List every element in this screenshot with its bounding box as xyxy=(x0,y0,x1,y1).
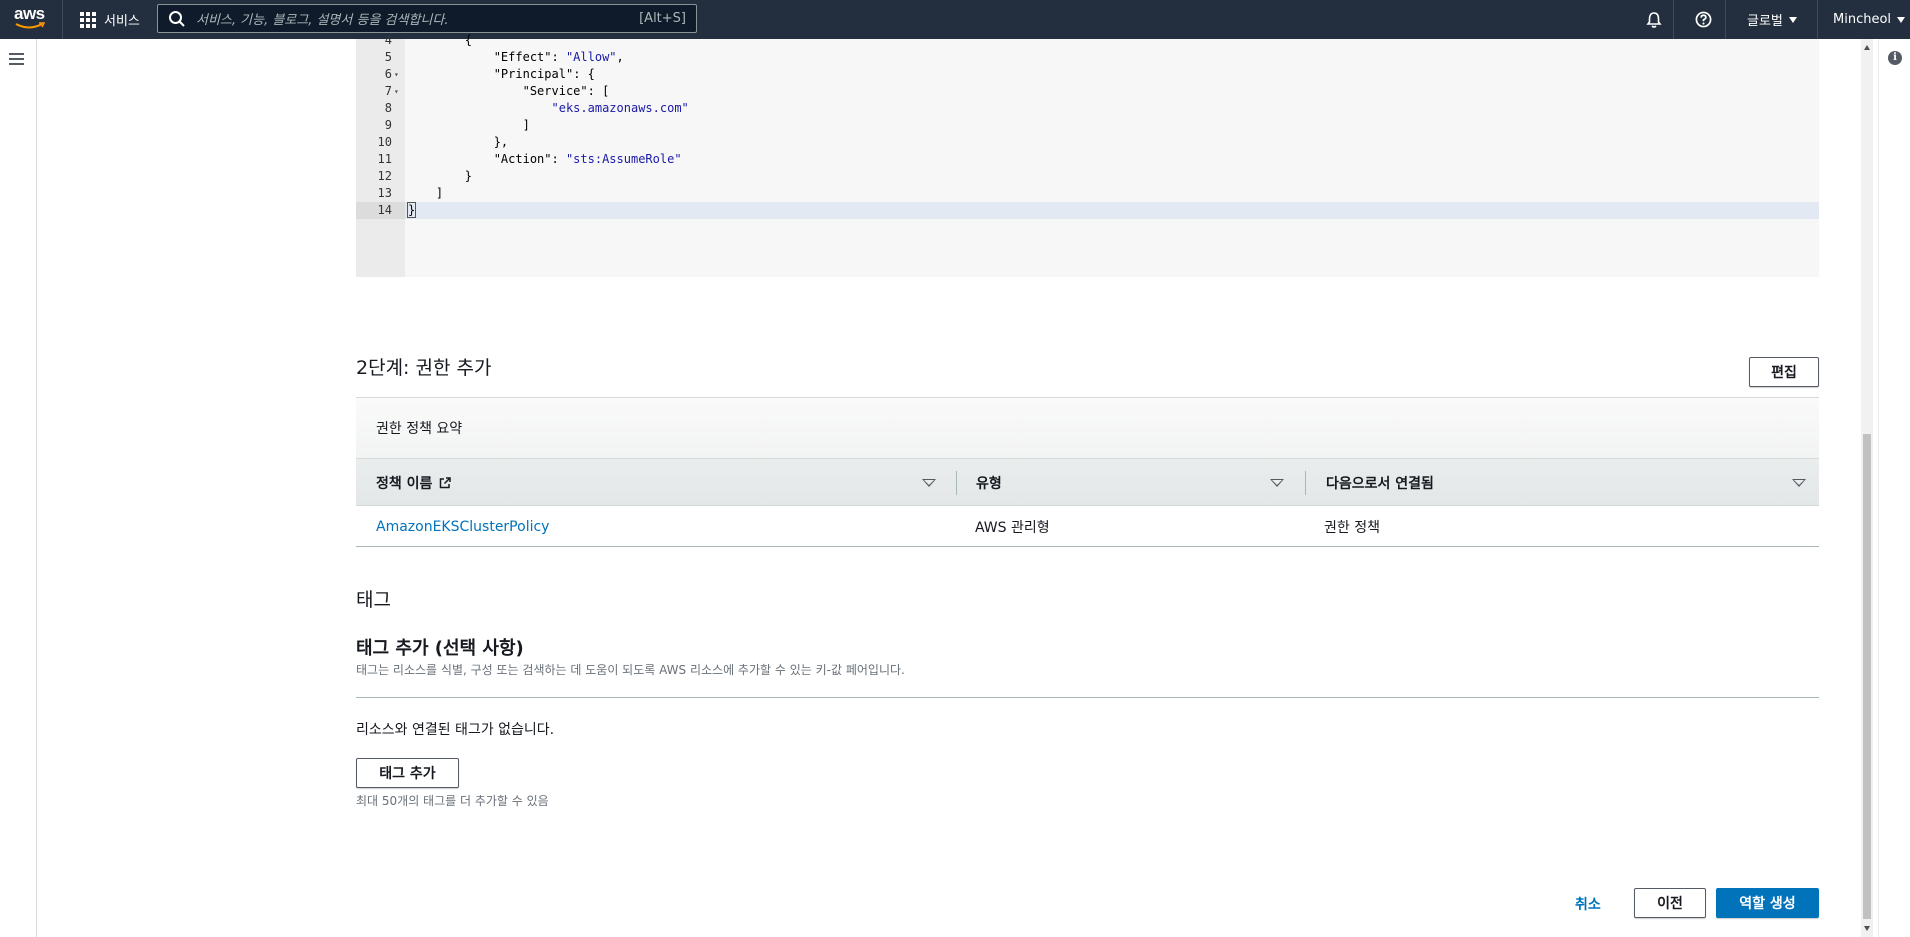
scroll-down-arrow-icon[interactable] xyxy=(1864,926,1870,931)
info-icon[interactable]: i xyxy=(1888,51,1902,65)
line-number: 13 xyxy=(377,186,392,200)
permissions-summary-table: 권한 정책 요약 정책 이름 유형 다음으로서 연결됨 AmazonEKSClu… xyxy=(356,397,1819,547)
code-text: } xyxy=(407,202,417,218)
policy-attached-as-cell: 권한 정책 xyxy=(1324,520,1380,536)
code-line[interactable]: 6 ▾ "Principal": { xyxy=(356,66,1819,83)
table-header-row: 정책 이름 유형 다음으로서 연결됨 xyxy=(356,458,1819,506)
code-line[interactable]: 11 "Action": "sts:AssumeRole" xyxy=(356,151,1819,168)
page-scrollbar[interactable] xyxy=(1861,39,1873,937)
code-line[interactable]: 9 ] xyxy=(356,117,1819,134)
policy-name-link[interactable]: AmazonEKSClusterPolicy xyxy=(376,507,549,547)
code-line[interactable]: 10 }, xyxy=(356,134,1819,151)
cancel-button[interactable]: 취소 xyxy=(1575,894,1601,914)
caret-down-icon xyxy=(1788,16,1797,23)
policy-type-cell: AWS 관리형 xyxy=(975,520,1050,536)
code-line[interactable]: 8 "eks.amazonaws.com" xyxy=(356,100,1819,117)
line-number: 9 xyxy=(384,118,392,132)
previous-button[interactable]: 이전 xyxy=(1634,888,1706,918)
sort-triangle-icon[interactable] xyxy=(922,479,936,487)
grid-icon xyxy=(80,11,96,28)
account-menu[interactable]: Mincheol xyxy=(1833,0,1906,39)
sort-triangle-icon[interactable] xyxy=(1792,479,1806,487)
tags-subtitle: 태그 추가 (선택 사항) xyxy=(356,638,524,659)
permissions-summary-label: 권한 정책 요약 xyxy=(376,421,463,437)
code-text: { xyxy=(407,33,473,47)
search-input[interactable]: 서비스, 기능, 블로그, 설명서 등을 검색합니다. [Alt+S] xyxy=(157,4,697,33)
code-text: "Effect": "Allow", xyxy=(493,50,624,64)
bell-icon xyxy=(1646,11,1662,28)
column-header-type[interactable]: 유형 xyxy=(976,459,1002,507)
code-text: "Principal": { xyxy=(493,67,595,81)
scroll-up-arrow-icon[interactable] xyxy=(1864,45,1870,50)
external-link-icon xyxy=(440,477,452,489)
code-text: }, xyxy=(407,135,509,149)
hamburger-menu-icon[interactable] xyxy=(9,53,24,68)
fold-toggle-icon[interactable]: ▾ xyxy=(394,66,399,83)
code-text: ] xyxy=(407,118,530,132)
code-line[interactable]: 13 ] xyxy=(356,185,1819,202)
line-number: 14 xyxy=(356,202,405,219)
code-line[interactable]: 14} xyxy=(356,202,1819,219)
code-text: "Action": "sts:AssumeRole" xyxy=(493,152,682,166)
line-number: 7 xyxy=(384,84,392,98)
line-number: 10 xyxy=(377,135,392,149)
step2-title: 2단계: 권한 추가 xyxy=(356,357,492,379)
line-number: 6 xyxy=(384,67,392,81)
aws-logo[interactable]: aws xyxy=(14,5,48,33)
trust-policy-editor[interactable]: 4 {5 "Effect": "Allow", 6 ▾ "Principal": {… xyxy=(356,33,1819,277)
line-number: 4 xyxy=(384,33,392,47)
line-number: 11 xyxy=(377,152,392,166)
code-line[interactable]: 5 "Effect": "Allow", xyxy=(356,49,1819,66)
services-label: 서비스 xyxy=(104,14,140,29)
column-header-policy-name[interactable]: 정책 이름 xyxy=(376,459,452,507)
search-placeholder: 서비스, 기능, 블로그, 설명서 등을 검색합니다. xyxy=(196,13,449,28)
code-text: "eks.amazonaws.com" xyxy=(551,101,689,115)
permissions-summary-header: 권한 정책 요약 xyxy=(356,398,1819,458)
code-line[interactable]: 4 { xyxy=(356,32,1819,49)
create-role-button[interactable]: 역할 생성 xyxy=(1716,888,1819,918)
code-text: "Service": [ xyxy=(522,84,610,98)
line-number: 8 xyxy=(384,101,392,115)
line-number: 12 xyxy=(377,169,392,183)
code-line[interactable]: 7 ▾ "Service": [ xyxy=(356,83,1819,100)
region-label: 글로벌 xyxy=(1747,14,1783,29)
fold-toggle-icon[interactable]: ▾ xyxy=(394,83,399,100)
tags-limit-text: 최대 50개의 태그를 더 추가할 수 있음 xyxy=(356,794,549,808)
search-shortcut: [Alt+S] xyxy=(639,11,686,26)
caret-down-icon xyxy=(1897,16,1906,23)
aws-logo-text: aws xyxy=(14,4,45,23)
code-text: ] xyxy=(407,186,444,200)
search-icon xyxy=(169,10,185,27)
column-divider xyxy=(956,471,957,495)
column-divider xyxy=(1305,471,1306,495)
tags-empty-text: 리소스와 연결된 태그가 없습니다. xyxy=(356,722,555,738)
line-number: 5 xyxy=(384,50,392,64)
aws-smile-icon xyxy=(15,22,45,29)
left-navigation-rail xyxy=(0,39,37,937)
right-help-rail: i xyxy=(1878,39,1910,937)
sort-triangle-icon[interactable] xyxy=(1270,479,1284,487)
code-line[interactable]: 12 } xyxy=(356,168,1819,185)
tags-divider xyxy=(356,697,1819,698)
tags-description: 태그는 리소스를 식별, 구성 또는 검색하는 데 도움이 되도록 AWS 리소… xyxy=(356,663,905,677)
user-label: Mincheol xyxy=(1833,12,1892,27)
add-tag-button[interactable]: 태그 추가 xyxy=(356,758,459,788)
services-menu-button[interactable]: 서비스 xyxy=(80,0,140,39)
scrollbar-thumb[interactable] xyxy=(1863,434,1871,919)
edit-button[interactable]: 편집 xyxy=(1749,357,1819,387)
help-icon xyxy=(1695,11,1712,28)
column-header-attached-as[interactable]: 다음으로서 연결됨 xyxy=(1326,459,1434,507)
tags-title: 태그 xyxy=(356,589,391,611)
code-text: } xyxy=(407,169,473,183)
nav-separator xyxy=(62,0,63,39)
